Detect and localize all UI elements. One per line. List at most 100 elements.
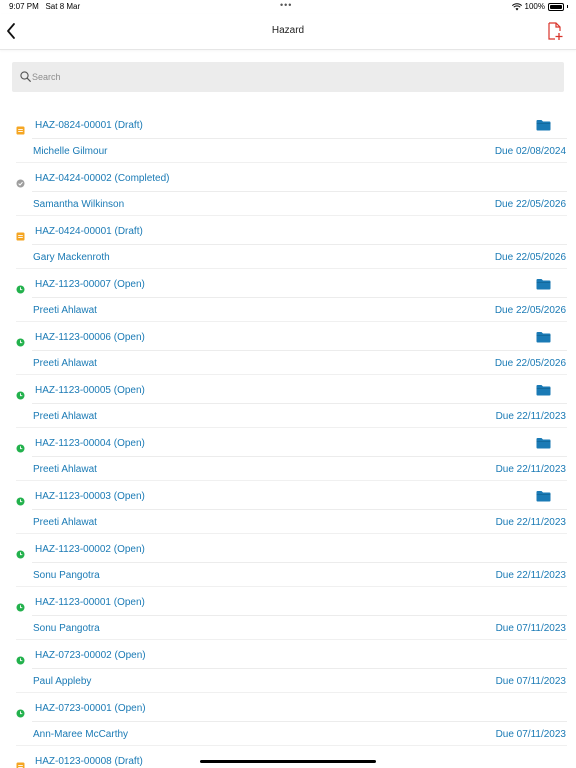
open-status-icon [16, 550, 25, 559]
draft-status-icon [16, 762, 25, 768]
completed-status-icon [16, 179, 25, 188]
due-date: Due 22/05/2026 [494, 252, 566, 263]
search-input[interactable] [32, 62, 552, 92]
folder-icon[interactable] [536, 490, 551, 502]
battery-percent: 100% [524, 2, 545, 11]
row-divider [16, 692, 567, 693]
hazard-list-item[interactable]: HAZ-1123-00002 (Open) Sonu Pangotra Due 22… [0, 536, 576, 589]
row-divider [32, 297, 567, 298]
hazard-reference[interactable]: HAZ-0723-00001 (Open) [35, 703, 146, 714]
assignee-name: Preeti Ahlawat [33, 464, 97, 475]
row-divider [16, 215, 567, 216]
folder-icon[interactable] [536, 384, 551, 396]
hazard-list-item[interactable]: HAZ-1123-00007 (Open) Preeti Ahlawat Due 2… [0, 271, 576, 324]
home-indicator[interactable] [200, 760, 376, 763]
wifi-icon [511, 2, 522, 10]
hazard-list-item[interactable]: HAZ-1123-00006 (Open) Preeti Ahlawat Due 2… [0, 324, 576, 377]
assignee-name: Michelle Gilmour [33, 146, 108, 157]
row-divider [16, 321, 567, 322]
due-date: Due 07/11/2023 [495, 729, 566, 740]
search-icon [20, 71, 31, 82]
due-date: Due 02/08/2024 [494, 146, 566, 157]
add-document-icon[interactable] [546, 21, 564, 41]
due-date: Due 07/11/2023 [495, 623, 566, 634]
hazard-list-item[interactable]: HAZ-0123-00008 (Draft) [0, 748, 576, 768]
hazard-reference[interactable]: HAZ-1123-00004 (Open) [35, 438, 145, 449]
hazard-list-item[interactable]: HAZ-0424-00002 (Completed) Samantha Wilki… [0, 165, 576, 218]
page-title: Hazard [271, 25, 305, 36]
row-divider [32, 350, 567, 351]
row-divider [32, 456, 567, 457]
due-date: Due 22/05/2026 [494, 305, 566, 316]
hazard-reference[interactable]: HAZ-1123-00007 (Open) [35, 279, 145, 290]
row-divider [32, 403, 567, 404]
draft-status-icon [16, 126, 25, 135]
folder-icon[interactable] [536, 119, 551, 131]
row-divider [16, 162, 567, 163]
hazard-reference[interactable]: HAZ-0824-00001 (Draft) [35, 120, 143, 131]
assignee-name: Sonu Pangotra [33, 623, 100, 634]
due-date: Due 22/05/2026 [494, 358, 566, 369]
row-divider [16, 480, 567, 481]
row-divider [32, 509, 567, 510]
row-divider [16, 268, 567, 269]
open-status-icon [16, 444, 25, 453]
assignee-name: Preeti Ahlawat [33, 411, 97, 422]
hazard-reference[interactable]: HAZ-1123-00001 (Open) [35, 597, 145, 608]
assignee-name: Preeti Ahlawat [33, 305, 97, 316]
row-divider [32, 191, 567, 192]
status-bar: 9:07 PM Sat 8 Mar ••• 100% [0, 0, 576, 14]
hazard-list-item[interactable]: HAZ-0723-00001 (Open) Ann-Maree McCarthy D… [0, 695, 576, 748]
hazard-reference[interactable]: HAZ-1123-00006 (Open) [35, 332, 145, 343]
due-date: Due 22/11/2023 [495, 517, 566, 528]
due-date: Due 22/11/2023 [495, 411, 566, 422]
row-divider [32, 138, 567, 139]
open-status-icon [16, 603, 25, 612]
assignee-name: Paul Appleby [33, 676, 92, 687]
due-date: Due 22/05/2026 [494, 199, 566, 210]
hazard-list: HAZ-0824-00001 (Draft) Michelle Gilmour Du… [0, 112, 576, 768]
folder-icon[interactable] [536, 437, 551, 449]
assignee-name: Ann-Maree McCarthy [33, 729, 129, 740]
folder-icon[interactable] [536, 278, 551, 290]
assignee-name: Samantha Wilkinson [33, 199, 125, 210]
open-status-icon [16, 709, 25, 718]
row-divider [16, 374, 567, 375]
row-divider [16, 586, 567, 587]
open-status-icon [16, 338, 25, 347]
row-divider [16, 745, 567, 746]
hazard-reference[interactable]: HAZ-0123-00008 (Draft) [35, 756, 143, 767]
multitasking-dots[interactable]: ••• [280, 0, 292, 10]
row-divider [16, 533, 567, 534]
row-divider [32, 721, 567, 722]
row-divider [16, 639, 567, 640]
row-divider [16, 427, 567, 428]
assignee-name: Preeti Ahlawat [33, 517, 97, 528]
hazard-reference[interactable]: HAZ-1123-00002 (Open) [35, 544, 145, 555]
hazard-list-item[interactable]: HAZ-1123-00001 (Open) Sonu Pangotra Due 07… [0, 589, 576, 642]
due-date: Due 22/11/2023 [495, 464, 566, 475]
status-right: 100% [511, 2, 568, 11]
open-status-icon [16, 391, 25, 400]
due-date: Due 22/11/2023 [495, 570, 566, 581]
nav-bar: Hazard [0, 14, 576, 50]
hazard-reference[interactable]: HAZ-0424-00001 (Draft) [35, 226, 143, 237]
folder-icon[interactable] [536, 331, 551, 343]
hazard-list-item[interactable]: HAZ-1123-00004 (Open) Preeti Ahlawat Due 2… [0, 430, 576, 483]
hazard-reference[interactable]: HAZ-1123-00003 (Open) [35, 491, 145, 502]
open-status-icon [16, 656, 25, 665]
hazard-list-item[interactable]: HAZ-1123-00003 (Open) Preeti Ahlawat Due 2… [0, 483, 576, 536]
hazard-reference[interactable]: HAZ-0424-00002 (Completed) [35, 173, 170, 184]
hazard-list-item[interactable]: HAZ-0824-00001 (Draft) Michelle Gilmour Du… [0, 112, 576, 165]
hazard-reference[interactable]: HAZ-1123-00005 (Open) [35, 385, 145, 396]
assignee-name: Sonu Pangotra [33, 570, 100, 581]
row-divider [32, 244, 567, 245]
assignee-name: Preeti Ahlawat [33, 358, 97, 369]
hazard-list-item[interactable]: HAZ-0723-00002 (Open) Paul Appleby Due 07/… [0, 642, 576, 695]
row-divider [32, 562, 567, 563]
hazard-list-item[interactable]: HAZ-1123-00005 (Open) Preeti Ahlawat Due 2… [0, 377, 576, 430]
open-status-icon [16, 497, 25, 506]
hazard-reference[interactable]: HAZ-0723-00002 (Open) [35, 650, 146, 661]
open-status-icon [16, 285, 25, 294]
hazard-list-item[interactable]: HAZ-0424-00001 (Draft) Gary Mackenroth Due… [0, 218, 576, 271]
